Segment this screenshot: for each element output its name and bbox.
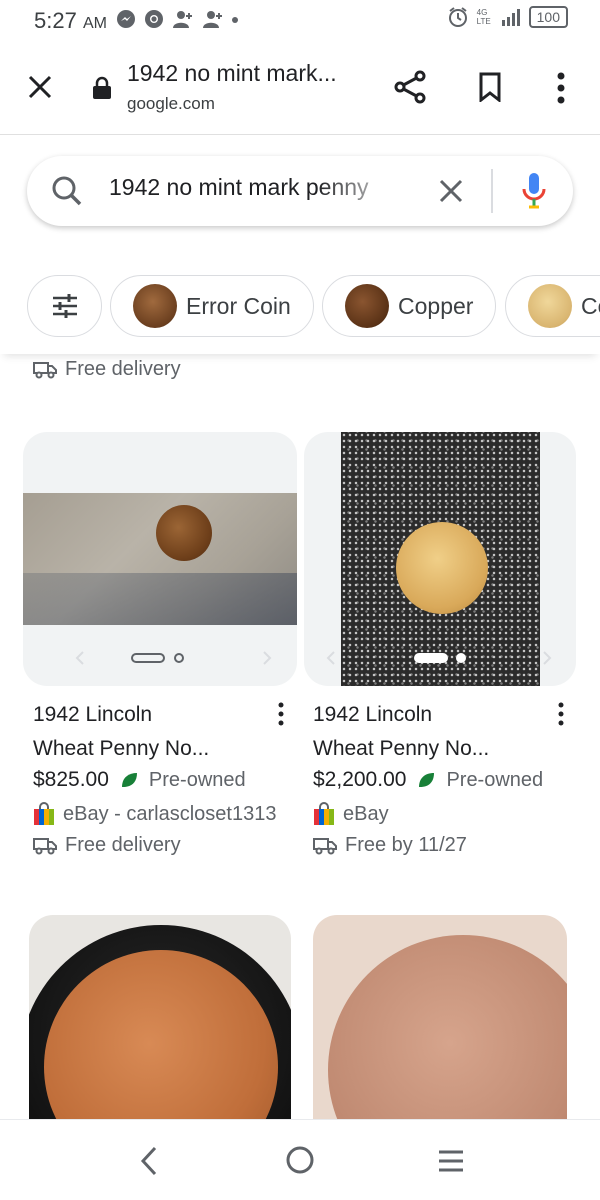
product-image-carousel[interactable]	[23, 432, 297, 686]
delivery-text: Free delivery	[65, 834, 181, 856]
filter-chip-error-coin[interactable]: Error Coin	[110, 275, 314, 337]
truck-icon	[313, 837, 337, 854]
mic-icon[interactable]	[521, 172, 547, 210]
delivery-row: Free delivery	[33, 834, 283, 857]
search-icon	[52, 176, 82, 206]
product-title-line2[interactable]: Wheat Penny No...	[33, 732, 283, 766]
home-icon[interactable]	[286, 1146, 314, 1174]
status-time: 5:27 AM	[34, 8, 107, 33]
carousel-dot-active	[131, 653, 165, 663]
chip-label: Error Coin	[186, 292, 291, 319]
system-icons: 4G LTE 100	[447, 6, 568, 28]
carousel-next-icon[interactable]	[542, 650, 552, 666]
penny-thumbnail-icon	[345, 284, 389, 328]
chip-label: Co	[581, 292, 600, 319]
penny-thumbnail-icon	[133, 284, 177, 328]
delivery-text: Free delivery	[65, 358, 181, 380]
penny-photo	[396, 522, 488, 614]
filter-chips: Error Coin Copper Co	[0, 258, 600, 354]
ebay-bag-icon	[314, 802, 334, 825]
delivery-row: Free by 11/27	[313, 834, 563, 857]
carousel-next-icon[interactable]	[262, 650, 272, 666]
chip-label: Copper	[398, 292, 474, 319]
system-nav-bar	[0, 1119, 600, 1200]
filter-chip-settings[interactable]	[27, 275, 102, 337]
alarm-icon	[448, 7, 467, 27]
leaf-icon	[419, 773, 435, 787]
search-box[interactable]	[27, 156, 573, 226]
status-bar: 5:27 AM 4G LTE 100	[0, 0, 600, 40]
more-notifications-dot	[232, 17, 238, 23]
seller-row: eBay	[313, 802, 563, 826]
page-host[interactable]: google.com	[127, 94, 215, 114]
truck-icon	[33, 361, 57, 378]
product-price: $825.00	[33, 768, 109, 791]
network-type: 4G LTE	[476, 8, 491, 26]
product-title-line1[interactable]: 1942 Lincoln	[313, 698, 563, 732]
penny-photo	[156, 505, 212, 561]
price-row: $825.00 Pre-owned	[33, 768, 283, 792]
ebay-bag-icon	[34, 802, 54, 825]
input-fade	[317, 166, 407, 216]
bookmark-icon[interactable]	[478, 72, 502, 102]
product-price: $2,200.00	[313, 768, 407, 791]
close-icon[interactable]	[28, 75, 52, 99]
tune-icon	[52, 294, 77, 318]
back-icon[interactable]	[140, 1146, 158, 1176]
delivery-text: Free by 11/27	[345, 834, 467, 856]
clear-search-icon[interactable]	[439, 179, 463, 203]
carousel-prev-icon[interactable]	[326, 650, 336, 666]
divider	[491, 169, 493, 213]
person-add-icon-2	[203, 11, 222, 28]
product-condition: Pre-owned	[148, 768, 246, 791]
filter-chip-copper[interactable]: Copper	[322, 275, 496, 337]
filter-chip-co[interactable]: Co	[505, 275, 600, 337]
url-bar: 1942 no mint mark... google.com	[0, 40, 600, 135]
leaf-icon	[121, 773, 137, 787]
page-title[interactable]: 1942 no mint mark...	[127, 60, 337, 87]
signal-icon	[501, 9, 520, 26]
lock-icon	[93, 76, 111, 99]
more-vert-icon[interactable]	[555, 72, 567, 104]
notification-icons	[116, 9, 238, 29]
carousel-dot	[174, 653, 184, 663]
carousel-prev-icon[interactable]	[75, 650, 85, 666]
price-row: $2,200.00 Pre-owned	[313, 768, 563, 792]
product-photo	[23, 493, 297, 625]
product-title-line1[interactable]: 1942 Lincoln	[33, 698, 283, 732]
more-options-icon[interactable]	[556, 702, 566, 726]
messenger-icon	[117, 10, 135, 28]
product-image-carousel[interactable]	[29, 915, 291, 1125]
menu-icon[interactable]	[438, 1150, 464, 1172]
product-info[interactable]: 1942 Lincoln Wheat Penny No... $825.00 P…	[33, 698, 283, 857]
carousel-dot-active	[414, 653, 448, 663]
seller-row: eBay - carlascloset1313	[33, 802, 283, 826]
product-image-carousel[interactable]	[304, 432, 576, 686]
seller-name: eBay - carlascloset1313	[63, 802, 277, 825]
battery-indicator: 100	[528, 6, 568, 28]
penny-photo	[328, 935, 567, 1125]
share-icon[interactable]	[394, 70, 426, 104]
more-options-icon[interactable]	[276, 702, 286, 726]
product-title-line2[interactable]: Wheat Penny No...	[313, 732, 563, 766]
product-photo	[341, 432, 540, 686]
product-image-carousel[interactable]	[313, 915, 567, 1125]
previous-delivery-row: Free delivery	[33, 358, 181, 381]
seller-name: eBay	[343, 802, 389, 825]
person-add-icon	[173, 11, 192, 28]
product-condition: Pre-owned	[446, 768, 544, 791]
penny-thumbnail-icon	[528, 284, 572, 328]
truck-icon	[33, 837, 57, 854]
product-info[interactable]: 1942 Lincoln Wheat Penny No... $2,200.00…	[313, 698, 563, 857]
carousel-dot	[456, 653, 466, 663]
chrome-icon	[145, 10, 163, 28]
photo-shadow	[23, 573, 297, 625]
